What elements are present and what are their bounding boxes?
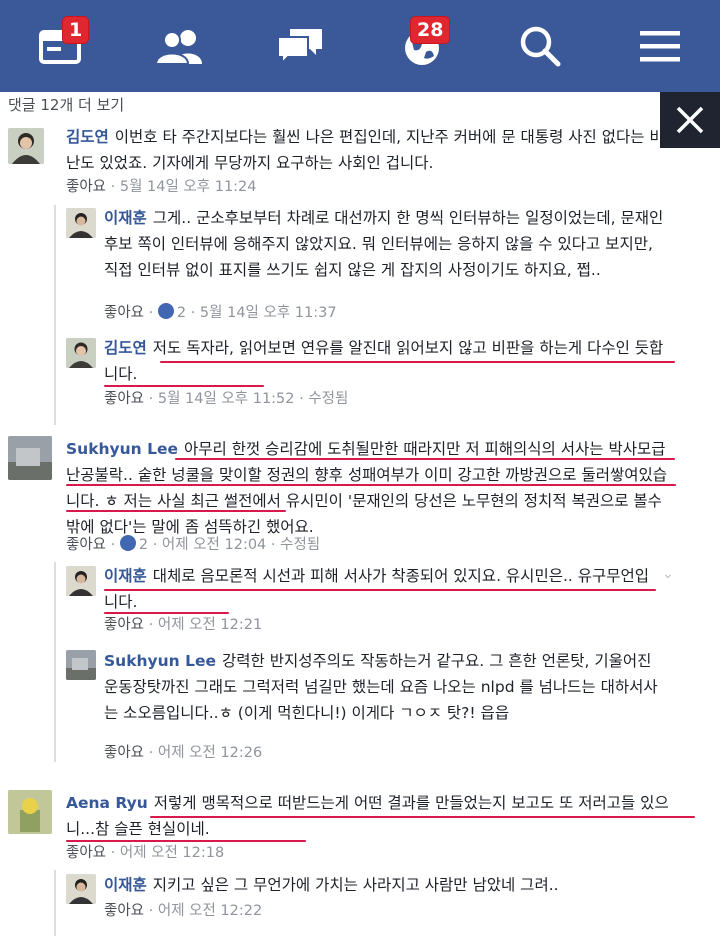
- red-underline: [66, 484, 676, 486]
- comment-author[interactable]: 이재훈: [104, 209, 147, 227]
- comment-text: 지키고 싶은 그 무언가에 가치는 사라지고 사람만 남았네 그려..: [152, 876, 559, 894]
- comment-time[interactable]: 어제 오전 12:18: [120, 845, 224, 861]
- like-button[interactable]: 좋아요: [66, 537, 106, 553]
- avatar-kim-doyeon[interactable]: [66, 338, 96, 368]
- comment-text: 이번호 타 주간지보다는 훨씬 나은 편집인데, 지난주 커버에 문 대통령 사…: [66, 128, 664, 172]
- avatar-lee-jaehoon[interactable]: [66, 208, 96, 238]
- reply-thread-line: [54, 562, 56, 762]
- comment-time[interactable]: 5월 14일 오후 11:37: [200, 305, 337, 321]
- comment-time[interactable]: 어제 오전 12:22: [158, 903, 262, 919]
- chevron-down-icon[interactable]: ⌄: [662, 566, 674, 582]
- comment-author[interactable]: 이재훈: [104, 567, 147, 585]
- hamburger-menu-icon: [640, 31, 680, 62]
- comment-author[interactable]: 김도연: [66, 128, 109, 146]
- reply-body: 이재훈 그게.. 군소후보부터 차례로 대선까지 한 명씩 인터뷰하는 일정이었는…: [104, 205, 670, 283]
- news-feed-button[interactable]: 1: [30, 16, 90, 74]
- like-button[interactable]: 좋아요: [66, 179, 106, 195]
- edited-label[interactable]: 수정됨: [280, 537, 320, 553]
- reply-body: Sukhyun Lee 강력한 반지성주의도 작동하는거 같구요. 그 흔한 언론…: [104, 648, 670, 726]
- comment-time[interactable]: 5월 14일 오후 11:24: [120, 179, 257, 195]
- reply-body: 이재훈 지키고 싶은 그 무언가에 가치는 사라지고 사람만 남았네 그려..: [104, 872, 670, 898]
- comment-author[interactable]: 이재훈: [104, 876, 147, 894]
- comment-meta: 좋아요 · 어제 오전 12:18: [66, 845, 225, 861]
- red-underline: [104, 589, 656, 591]
- flower-photo-icon: [8, 790, 52, 834]
- like-button[interactable]: 좋아요: [104, 617, 144, 633]
- avatar-sukhyun-lee[interactable]: [8, 436, 52, 480]
- like-count[interactable]: 2: [177, 305, 186, 321]
- person-photo-icon: [66, 208, 96, 238]
- close-button[interactable]: [660, 92, 720, 148]
- like-reaction-icon: [157, 303, 174, 319]
- avatar-aena-ryu[interactable]: [8, 790, 52, 834]
- friends-icon: [154, 30, 202, 65]
- red-underline: [66, 510, 286, 512]
- more-comments-bar: 댓글 12개 더 보기: [0, 92, 720, 120]
- comment-time[interactable]: 어제 오전 12:26: [158, 745, 262, 761]
- comment-meta: 좋아요 · 5월 14일 오후 11:52 · 수정됨: [104, 391, 349, 407]
- like-button[interactable]: 좋아요: [66, 845, 106, 861]
- avatar-kim-doyeon[interactable]: [8, 128, 44, 164]
- comment-meta: 좋아요 · 2 · 어제 오전 12:04 · 수정됨: [66, 535, 321, 553]
- reply-thread-line: [54, 870, 56, 936]
- person-photo-icon: [66, 566, 96, 596]
- comment-author[interactable]: 김도연: [104, 339, 147, 357]
- comment-time[interactable]: 어제 오전 12:04: [162, 537, 266, 553]
- comment-author[interactable]: Sukhyun Lee: [66, 440, 178, 458]
- comment-meta: 좋아요 · 어제 오전 12:26: [104, 745, 263, 761]
- like-button[interactable]: 좋아요: [104, 903, 144, 919]
- person-photo-icon: [8, 128, 44, 164]
- landscape-photo-icon: [66, 650, 96, 680]
- notifications-badge: 28: [410, 16, 451, 44]
- menu-button[interactable]: [630, 18, 690, 74]
- comment-text: 그게.. 군소후보부터 차례로 대선까지 한 명씩 인터뷰하는 일정이었는데, …: [104, 209, 664, 279]
- comment-body: 김도연 이번호 타 주간지보다는 훨씬 나은 편집인데, 지난주 커버에 문 대통…: [66, 124, 666, 176]
- friend-requests-button[interactable]: [150, 18, 210, 74]
- search-button[interactable]: [510, 18, 570, 74]
- top-nav-bar: 1 28: [0, 0, 720, 92]
- reply-thread-line: [54, 205, 56, 425]
- red-underline: [104, 385, 264, 387]
- like-button[interactable]: 좋아요: [104, 305, 144, 321]
- comment-time[interactable]: 5월 14일 오후 11:52: [158, 391, 295, 407]
- person-photo-icon: [66, 338, 96, 368]
- like-button[interactable]: 좋아요: [104, 745, 144, 761]
- avatar-lee-jaehoon[interactable]: [66, 874, 96, 904]
- view-more-comments-link[interactable]: 댓글 12개 더 보기: [8, 94, 124, 115]
- avatar-lee-jaehoon[interactable]: [66, 566, 96, 596]
- red-underline: [160, 361, 675, 363]
- comment-meta: 좋아요 · 어제 오전 12:21: [104, 617, 263, 633]
- avatar-sukhyun-lee[interactable]: [66, 650, 96, 680]
- comment-meta: 좋아요 · 어제 오전 12:22: [104, 903, 263, 919]
- comment-author[interactable]: Aena Ryu: [66, 794, 148, 812]
- comment-meta: 좋아요 · 2 · 5월 14일 오후 11:37: [104, 303, 337, 321]
- messages-button[interactable]: [270, 18, 330, 74]
- like-reaction-icon: [119, 535, 136, 551]
- close-icon: [676, 106, 704, 134]
- person-photo-icon: [66, 874, 96, 904]
- search-icon: [520, 26, 561, 67]
- like-count[interactable]: 2: [139, 537, 148, 553]
- messages-icon: [277, 29, 322, 66]
- landscape-photo-icon: [8, 436, 52, 480]
- like-button[interactable]: 좋아요: [104, 391, 144, 407]
- comment-body: Sukhyun Lee 아무리 한껏 승리감에 도취될만한 때라지만 저 피해의식…: [66, 436, 676, 540]
- red-underline: [175, 458, 675, 460]
- comment-time[interactable]: 어제 오전 12:21: [158, 617, 262, 633]
- red-underline: [150, 816, 695, 818]
- news-feed-badge: 1: [62, 16, 90, 44]
- comment-meta: 좋아요 · 5월 14일 오후 11:24: [66, 179, 257, 195]
- notifications-button[interactable]: 28: [392, 16, 452, 74]
- edited-label[interactable]: 수정됨: [308, 391, 348, 407]
- comment-author[interactable]: Sukhyun Lee: [104, 652, 216, 670]
